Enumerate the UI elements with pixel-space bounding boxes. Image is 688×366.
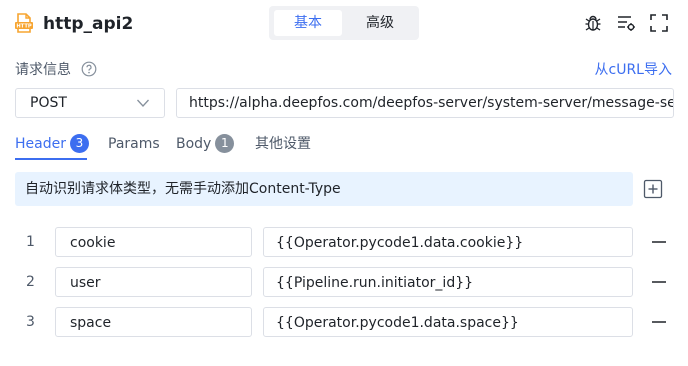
method-value: POST [30,95,67,111]
header-row: 2 user {{Pipeline.run.initiator_id}} [0,267,688,297]
mode-switch: 基本 高级 [269,6,419,40]
svg-text:HTTP: HTTP [16,24,32,30]
node-title: http_api2 [43,14,134,34]
tab-params[interactable]: Params [108,134,160,154]
row-number: 2 [26,274,35,290]
http-icon: HTTP [15,13,33,33]
header-row: 3 space {{Operator.pycode1.data.space}} [0,307,688,337]
header-row: 1 cookie {{Operator.pycode1.data.cookie}… [0,227,688,257]
header-value-text: {{Operator.pycode1.data.space}} [276,315,519,331]
remove-row-icon[interactable] [650,313,668,331]
url-input[interactable]: https://alpha.deepfos.com/deepfos-server… [176,88,674,118]
info-banner: 自动识别请求体类型，无需手动添加Content-Type [15,172,633,206]
header-key-input[interactable]: space [55,307,252,337]
question-circle-icon[interactable] [81,61,97,77]
body-count-badge: 1 [215,134,235,153]
row-number: 1 [26,234,35,250]
request-info-label: 请求信息 [15,62,71,78]
header-key-value: user [70,275,101,291]
header-value-text: {{Operator.pycode1.data.cookie}} [276,235,524,251]
tab-other-settings[interactable]: 其他设置 [255,134,311,154]
tab-header[interactable]: Header 3 [15,134,89,154]
request-tabs: Header 3 Params Body 1 其他设置 [0,130,688,162]
row-number: 3 [26,314,35,330]
list-settings-icon[interactable] [616,13,636,33]
header-key-value: space [70,315,112,331]
active-tab-indicator [15,158,87,160]
remove-row-icon[interactable] [650,233,668,251]
tab-body[interactable]: Body 1 [176,134,235,154]
add-header-icon[interactable] [643,179,663,199]
header-key-input[interactable]: user [55,267,252,297]
debug-icon[interactable] [583,13,603,33]
tab-advanced[interactable]: 高级 [346,10,414,36]
info-text: 自动识别请求体类型，无需手动添加Content-Type [25,181,341,197]
header-key-value: cookie [70,235,116,251]
header-value-text: {{Pipeline.run.initiator_id}} [276,275,474,291]
import-curl-link[interactable]: 从cURL导入 [595,60,672,80]
header-value-input[interactable]: {{Operator.pycode1.data.cookie}} [263,227,633,257]
header-key-input[interactable]: cookie [55,227,252,257]
tab-label: 其他设置 [255,136,311,152]
panel-header: HTTP http_api2 基本 高级 [0,0,688,48]
header-count-badge: 3 [69,134,89,153]
url-value: https://alpha.deepfos.com/deepfos-server… [189,95,674,111]
tab-label: Params [108,136,160,152]
header-value-input[interactable]: {{Pipeline.run.initiator_id}} [263,267,633,297]
tab-basic[interactable]: 基本 [274,10,342,36]
method-select[interactable]: POST [15,88,165,118]
header-value-input[interactable]: {{Operator.pycode1.data.space}} [263,307,633,337]
tab-label: Header [15,136,66,152]
remove-row-icon[interactable] [650,273,668,291]
chevron-down-icon [137,99,149,107]
fullscreen-icon[interactable] [649,13,669,33]
tab-label: Body [176,136,212,152]
